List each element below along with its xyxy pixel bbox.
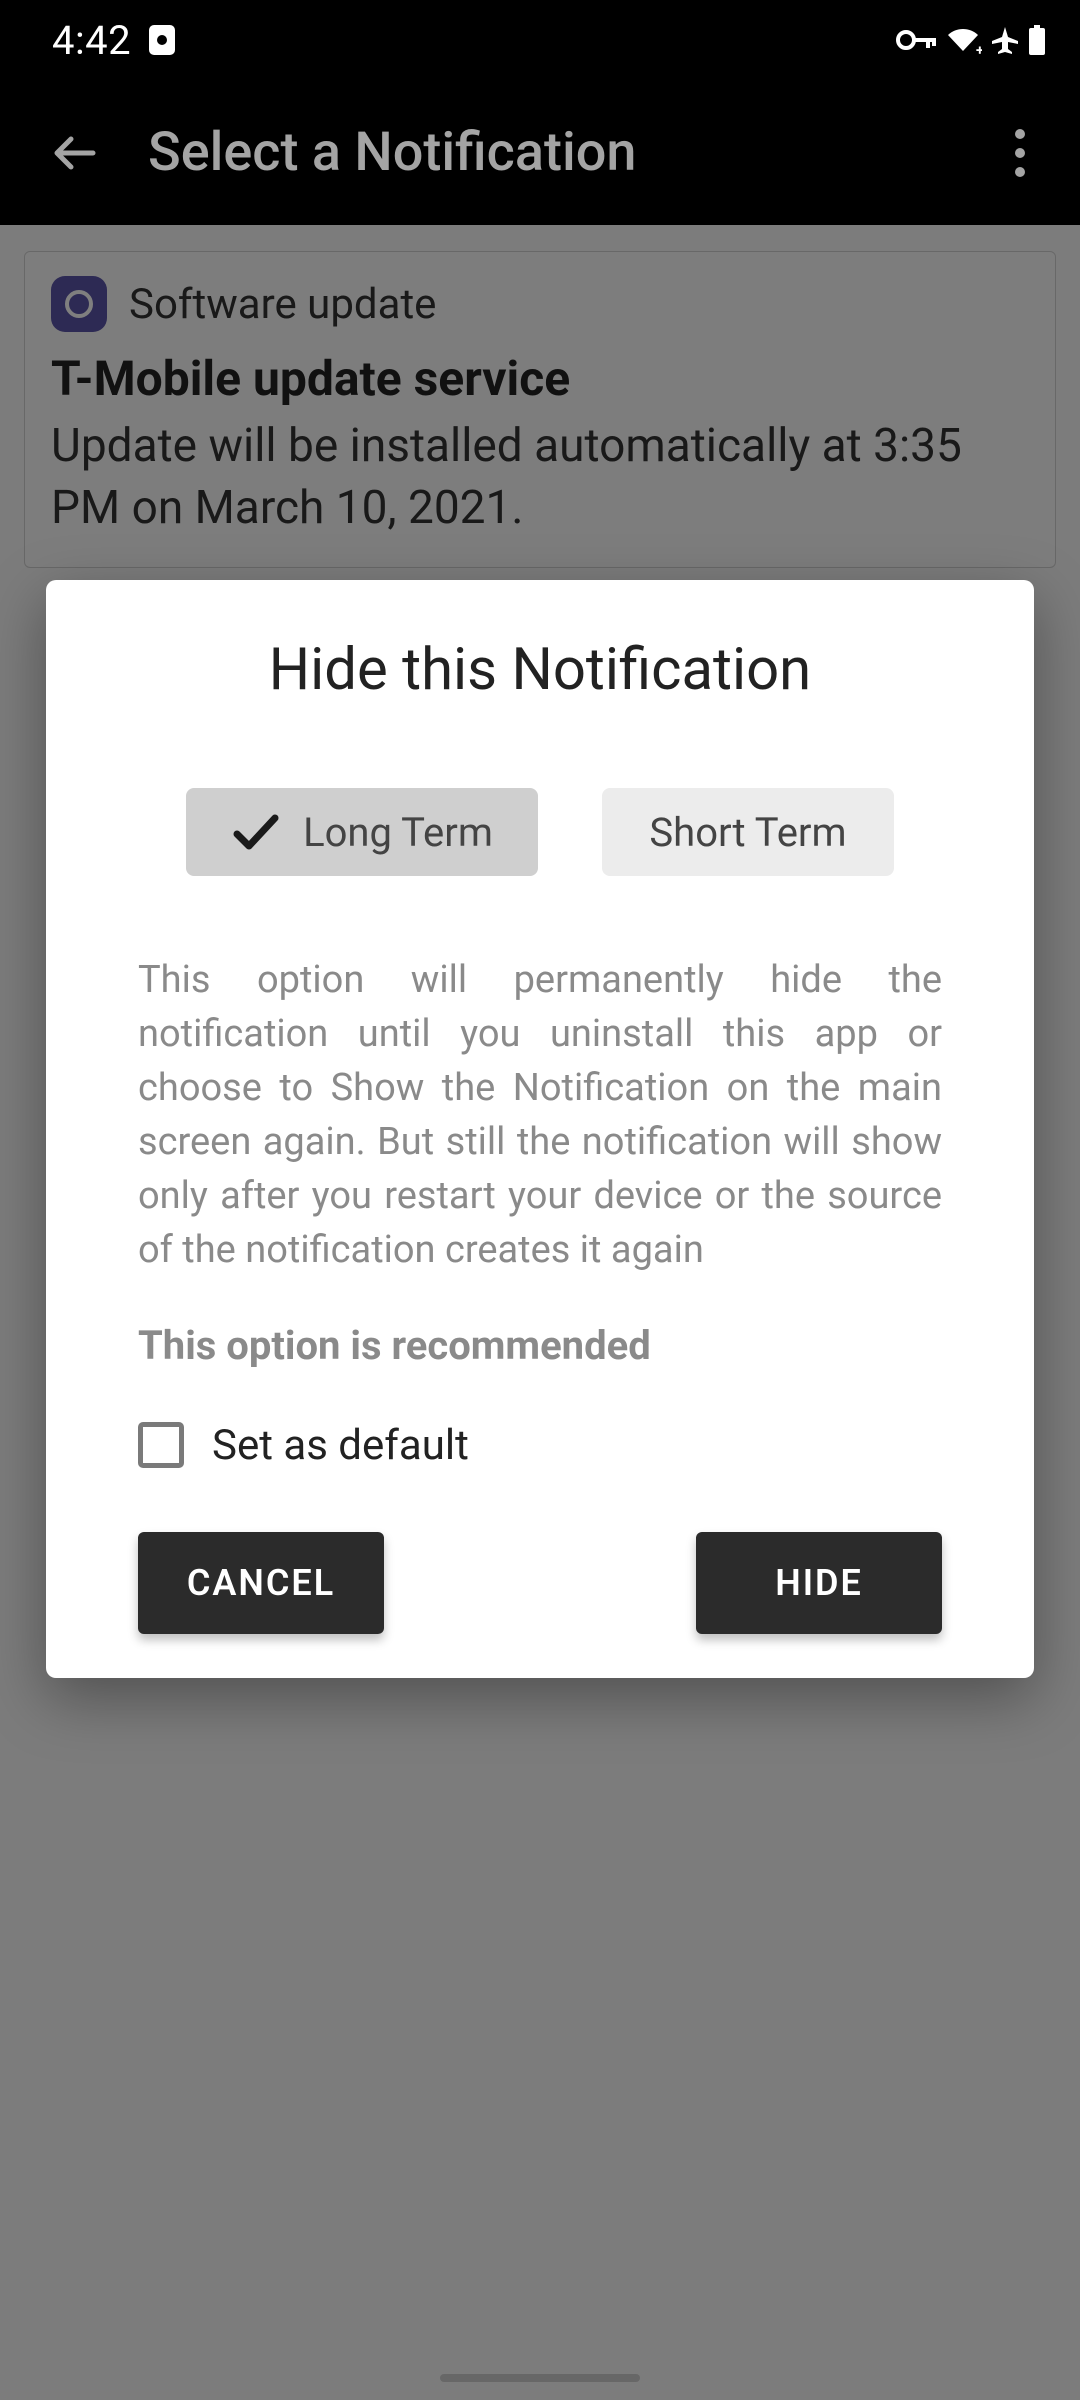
dialog-title: Hide this Notification [46,636,1034,704]
status-left: 4:42 [52,17,175,64]
dots-vertical-icon [1015,129,1025,139]
app-bar: Select a Notification [0,80,1080,225]
screen-root: 4:42 + Select a Notification [0,0,1080,2400]
battery-icon [1028,25,1046,55]
dialog-description: This option will permanently hide the no… [46,954,1034,1278]
back-button[interactable] [38,117,110,189]
short-term-tab[interactable]: Short Term [602,788,894,876]
cancel-button[interactable]: CANCEL [138,1532,384,1634]
cancel-label: CANCEL [187,1562,335,1604]
app-indicator-icon [149,25,175,55]
arrow-left-icon [49,128,99,178]
hide-notification-dialog: Hide this Notification Long Term Short T… [46,580,1034,1678]
long-term-tab[interactable]: Long Term [186,788,538,876]
set-default-label: Set as default [212,1421,469,1470]
dialog-actions: CANCEL HIDE [46,1532,1034,1634]
short-term-label: Short Term [649,809,846,856]
app-bar-title: Select a Notification [148,121,984,184]
airplane-icon [990,25,1020,55]
svg-text:+: + [976,43,982,55]
set-default-checkbox[interactable] [138,1422,184,1468]
dialog-recommended: This option is recommended [46,1322,1034,1369]
overflow-menu-button[interactable] [984,117,1056,189]
term-toggle-row: Long Term Short Term [46,788,1034,876]
wifi-icon: + [944,25,982,55]
set-default-row[interactable]: Set as default [46,1421,1034,1470]
vpn-key-icon [896,28,936,52]
hide-label: HIDE [775,1562,863,1604]
status-right: + [896,25,1046,55]
hide-button[interactable]: HIDE [696,1532,942,1634]
status-bar: 4:42 + [0,0,1080,80]
check-icon [231,812,279,852]
status-time: 4:42 [52,17,131,64]
long-term-label: Long Term [303,809,493,856]
